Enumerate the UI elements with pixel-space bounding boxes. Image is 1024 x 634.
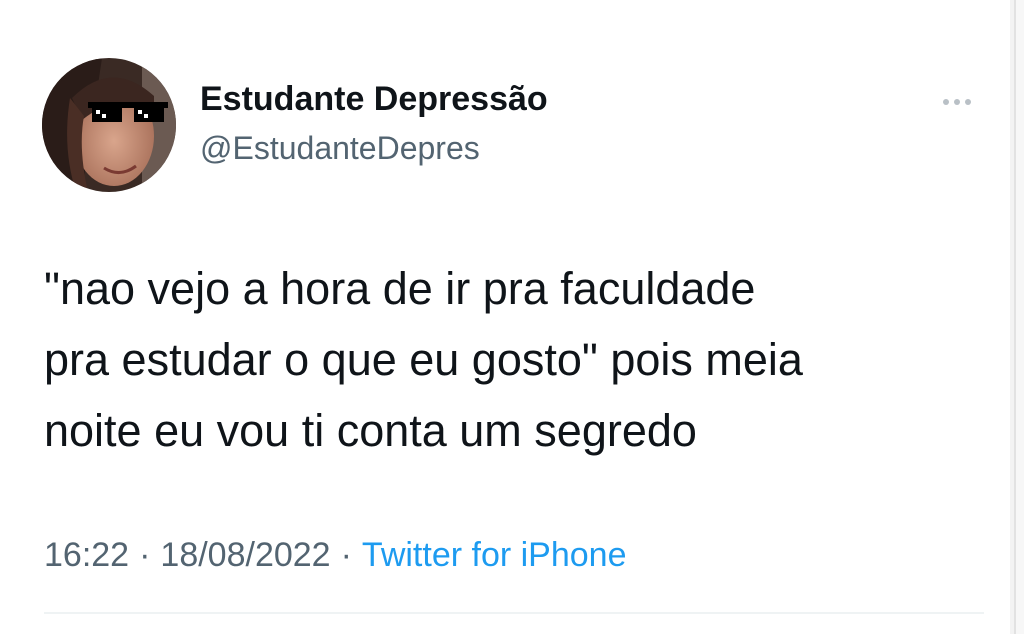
meta-separator: · <box>139 536 151 574</box>
divider <box>44 612 984 614</box>
tweet-source-link[interactable]: Twitter for iPhone <box>362 536 627 574</box>
tweet-metadata: 16:22 · 18/08/2022 · Twitter for iPhone <box>44 536 626 575</box>
tweet-date[interactable]: 18/08/2022 <box>160 536 330 574</box>
more-options-icon[interactable] <box>934 88 980 116</box>
tweet-text: "nao vejo a hora de ir pra faculdade pra… <box>44 263 803 456</box>
window-edge <box>1010 0 1024 634</box>
tweet-card: Estudante Depressão @EstudanteDepres "na… <box>0 0 1024 634</box>
author-avatar[interactable] <box>42 58 176 192</box>
profile-photo-icon <box>42 58 176 192</box>
meta-separator: · <box>340 536 352 574</box>
author-handle[interactable]: @EstudanteDepres <box>200 130 480 167</box>
author-display-name[interactable]: Estudante Depressão <box>200 80 548 119</box>
tweet-time[interactable]: 16:22 <box>44 536 129 574</box>
